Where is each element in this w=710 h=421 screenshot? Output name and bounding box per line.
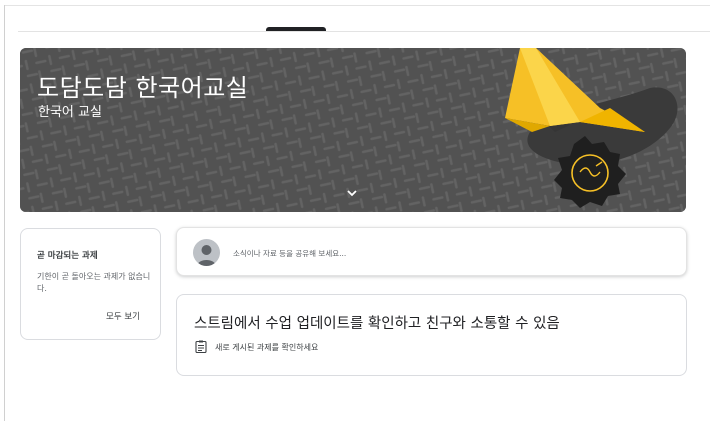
- upcoming-title: 곧 마감되는 과제: [37, 251, 98, 261]
- account-avatar-icon: [193, 239, 220, 266]
- upcoming-due-card: 곧 마감되는 과제 기한이 곧 돌아오는 과제가 없습니다. 모두 보기: [20, 228, 161, 340]
- view-all-link[interactable]: 모두 보기: [106, 310, 140, 322]
- window-left-border: [4, 5, 5, 421]
- window-top-border: [4, 5, 710, 6]
- class-title: 도담도담 한국어교실: [37, 74, 249, 102]
- class-banner: 도담도담 한국어교실 한국어 교실: [20, 48, 686, 212]
- chevron-down-icon[interactable]: [345, 188, 359, 198]
- class-subtitle: 한국어 교실: [38, 105, 102, 120]
- announcement-placeholder[interactable]: 소식이나 자료 등을 공유해 보세요...: [233, 248, 346, 259]
- stream-heading: 스트림에서 수업 업데이트를 확인하고 친구와 소통할 수 있음: [194, 316, 560, 332]
- header-divider: [18, 31, 710, 32]
- navigation-arrow-illustration: [505, 48, 678, 208]
- upcoming-empty-text: 기한이 곧 돌아오는 과제가 없습니다.: [37, 272, 151, 293]
- tab-stream-indicator[interactable]: [266, 27, 326, 31]
- assignment-icon: [195, 340, 207, 353]
- stream-subtext: 새로 게시된 과제를 확인하세요: [215, 343, 319, 352]
- stream-info-card: 스트림에서 수업 업데이트를 확인하고 친구와 소통할 수 있음 새로 게시된 …: [176, 294, 687, 376]
- announcement-composer[interactable]: 소식이나 자료 등을 공유해 보세요...: [176, 227, 687, 276]
